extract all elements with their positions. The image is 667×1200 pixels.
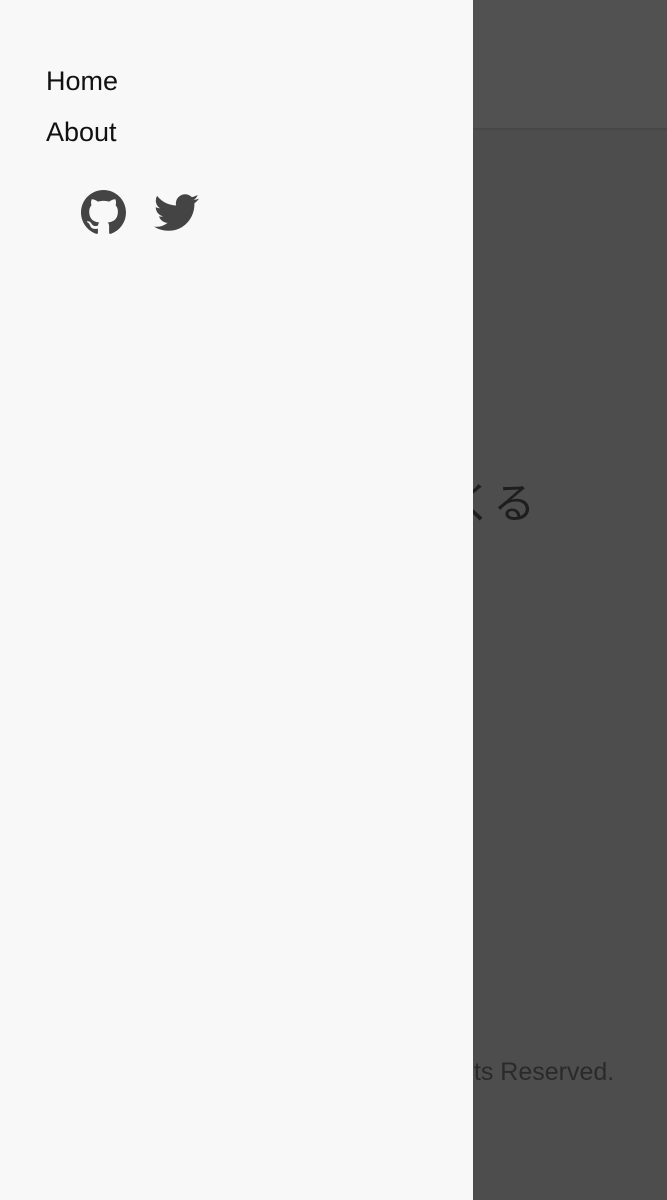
social-links [81, 190, 199, 235]
twitter-icon [154, 194, 199, 231]
nav-item-home[interactable]: Home [46, 56, 118, 107]
drawer-nav-list: Home About [46, 56, 118, 158]
navigation-drawer: Home About [0, 0, 473, 1200]
page: くる hts Reserved. Home About [0, 0, 667, 1200]
background-footer-copyright: hts Reserved. [460, 1058, 615, 1086]
github-icon [81, 190, 126, 234]
nav-item-about[interactable]: About [46, 107, 118, 158]
twitter-link[interactable] [154, 190, 199, 235]
github-link[interactable] [81, 190, 126, 235]
